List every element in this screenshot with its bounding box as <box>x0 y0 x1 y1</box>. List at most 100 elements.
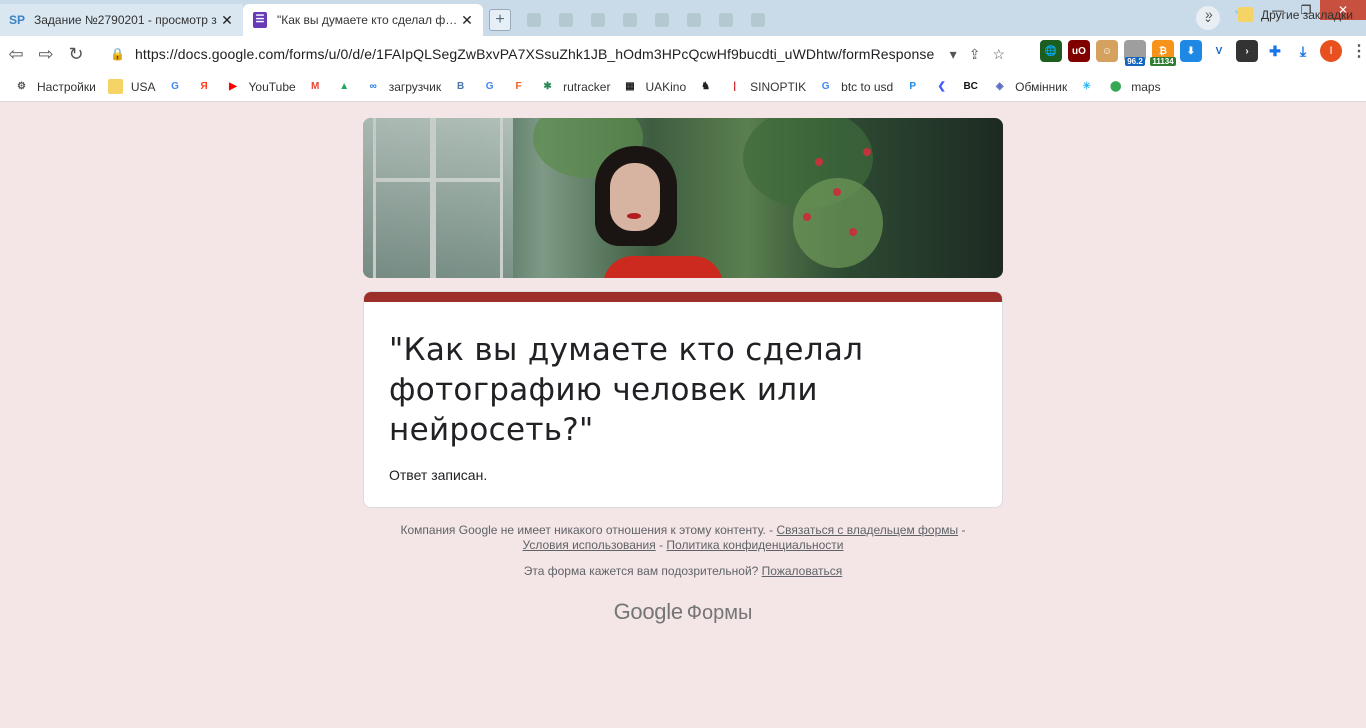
face-extension-icon[interactable]: ☺ <box>1096 40 1118 62</box>
close-icon[interactable]: ✕ <box>219 12 235 29</box>
back-arrow-icon[interactable]: ⇦ <box>2 40 30 68</box>
bookmark-item[interactable]: ◈ Обмінник <box>992 79 1067 94</box>
lock-icon[interactable]: 🔒 <box>110 47 125 61</box>
exchange-icon: ◈ <box>995 81 1004 92</box>
puzzle-icon[interactable]: ✚ <box>1264 40 1286 62</box>
forms-wordmark: Формы <box>686 602 753 624</box>
terms-link[interactable]: Условия использования <box>523 538 656 552</box>
disclaimer: Компания Google не имеет никакого отноше… <box>400 523 966 552</box>
bookmarks-more-button[interactable]: » <box>1205 6 1213 22</box>
browser-toolbar: ⇦ ⇨ ↻ 🔒 https://docs.google.com/forms/u/… <box>0 36 1366 72</box>
bookmark-item[interactable]: M <box>308 79 331 94</box>
globe-pl-icon[interactable]: 🌐 <box>1040 40 1062 62</box>
dropdown-icon[interactable]: ▾ <box>950 46 957 63</box>
bookmark-item[interactable]: F <box>511 79 534 94</box>
bookmark-item[interactable]: BC <box>963 79 986 94</box>
contact-owner-link[interactable]: Связаться с владельцем формы <box>777 523 959 537</box>
google-wordmark: Google <box>613 599 683 624</box>
bookmark-label: UAKino <box>645 79 687 94</box>
google-forms-logo[interactable]: Google Формы <box>363 599 1003 625</box>
tab-form[interactable]: ☰ "Как вы думаете кто сделал фото ✕ <box>243 4 483 36</box>
google-icon: G <box>821 81 830 92</box>
bookmark-item[interactable]: ✱ rutracker <box>540 79 610 94</box>
bookmark-item[interactable]: USA <box>107 79 156 94</box>
drive-icon: ▲ <box>339 81 350 92</box>
bookmark-item[interactable]: ✳ <box>1079 79 1102 94</box>
youtube-icon: ▶ <box>229 81 237 92</box>
bookmark-item[interactable]: ⬤ maps <box>1108 79 1160 94</box>
gear-icon: ⚙ <box>17 81 26 92</box>
gmail-icon: M <box>311 81 320 92</box>
address-bar[interactable]: 🔒 https://docs.google.com/forms/u/0/d/e/… <box>100 40 1005 68</box>
url-text[interactable]: https://docs.google.com/forms/u/0/d/e/1F… <box>135 46 934 62</box>
header-image <box>363 118 1003 278</box>
close-icon[interactable]: ✕ <box>459 12 475 29</box>
v-extension-icon[interactable]: V <box>1208 40 1230 62</box>
download-extension-icon[interactable]: ⬇ <box>1180 40 1202 62</box>
bookmark-item[interactable]: ♞ <box>698 79 721 94</box>
bitcoin-icon[interactable]: ₿ 11134 <box>1150 40 1176 66</box>
bookmark-label: загрузчик <box>388 79 442 94</box>
bookmark-item[interactable]: ▦ UAKino <box>622 79 686 94</box>
menu-icon[interactable]: ⋮ <box>1348 40 1366 62</box>
p-icon: P <box>909 81 916 92</box>
response-status: Ответ записан. <box>389 467 488 483</box>
bookmark-item[interactable]: ⚙ Настройки <box>14 79 96 94</box>
tab-title: Задание №2790201 - просмотр з <box>34 13 217 27</box>
new-tab-button[interactable]: + <box>489 9 511 31</box>
report-abuse-link[interactable]: Пожаловаться <box>762 564 843 578</box>
extensions-area: 🌐 uO ☺ 96.2 ₿ 11134 ⬇ V › ✚ ⤓ I ⋮ <box>1040 40 1366 66</box>
tab-strip: SP Задание №2790201 - просмотр з ✕ ☰ "Ка… <box>0 0 1366 36</box>
bookmark-item[interactable]: В <box>453 79 476 94</box>
bookmark-item[interactable]: ▶ YouTube <box>226 79 296 94</box>
f-icon: F <box>515 81 522 92</box>
arrow-icon: ❮ <box>937 81 946 92</box>
thermometer-icon: | <box>733 81 737 92</box>
bookmark-label: Обмінник <box>1015 79 1068 94</box>
downloads-icon[interactable]: ⤓ <box>1292 40 1314 62</box>
translate-icon: G <box>485 81 494 92</box>
map-pin-icon: ⬤ <box>1110 81 1122 92</box>
privacy-link[interactable]: Политика конфиденциальности <box>666 538 843 552</box>
forward-arrow-icon[interactable]: ⇨ <box>32 40 60 68</box>
report-text: Эта форма кажется вам подозрительной? <box>523 564 762 578</box>
form-page: "Как вы думаете кто сделал фотографию че… <box>0 103 1366 728</box>
bookmark-label: maps <box>1131 79 1161 94</box>
bookmark-item[interactable]: ∞ загрузчик <box>366 79 441 94</box>
bookmark-item[interactable]: ❮ <box>934 79 957 94</box>
bookmarks-bar: ⚙ Настройки USA G Я ▶ YouTube M ▲ ∞ загрузчик В G F ✱ r… <box>0 72 1366 102</box>
report-line: Эта форма кажется вам подозрительной? По… <box>363 564 1003 578</box>
bookmark-item[interactable]: P <box>905 79 928 94</box>
share-icon[interactable]: ⇪ <box>969 46 981 63</box>
window-frame-image <box>363 118 513 278</box>
reload-icon[interactable]: ↻ <box>62 40 90 68</box>
tab-title: "Как вы думаете кто сделал фото <box>277 13 459 27</box>
bookmark-item[interactable]: | SINOPTIK <box>727 79 806 94</box>
tab-task[interactable]: SP Задание №2790201 - просмотр з ✕ <box>0 4 243 36</box>
google-icon: G <box>171 81 179 92</box>
bookmark-label: USA <box>130 79 156 94</box>
ublock-icon[interactable]: uO <box>1068 40 1090 62</box>
bookmark-item[interactable]: ▲ <box>337 79 360 94</box>
folder-icon <box>1238 7 1253 22</box>
bookmark-label: btc to usd <box>841 79 894 94</box>
bookmark-item[interactable]: Gbtc to usd <box>818 79 893 94</box>
bookmark-label: YouTube <box>248 79 296 94</box>
bookmark-item[interactable]: G <box>482 79 505 94</box>
avatar[interactable]: I <box>1320 40 1342 62</box>
bookmark-star-icon[interactable]: ☆ <box>992 46 1005 63</box>
terminal-icon[interactable]: › <box>1236 40 1258 62</box>
bookmark-item[interactable]: Я <box>197 79 220 94</box>
other-bookmarks-folder[interactable]: Другие закладки <box>1238 7 1353 22</box>
loader-icon: ∞ <box>369 81 377 92</box>
star-burst-icon: ✳ <box>1082 81 1091 92</box>
yandex-icon: Я <box>200 81 208 92</box>
bookmark-label: Настройки <box>37 79 96 94</box>
confirmation-card: "Как вы думаете кто сделал фотографию че… <box>363 291 1003 508</box>
theme-bar <box>364 292 1002 302</box>
bookmark-item[interactable]: G <box>168 79 191 94</box>
vk-icon: В <box>456 81 465 92</box>
rutracker-icon: ✱ <box>543 81 552 92</box>
extension-badge-icon[interactable]: 96.2 <box>1124 40 1146 66</box>
bookmark-label: rutracker <box>563 79 611 94</box>
